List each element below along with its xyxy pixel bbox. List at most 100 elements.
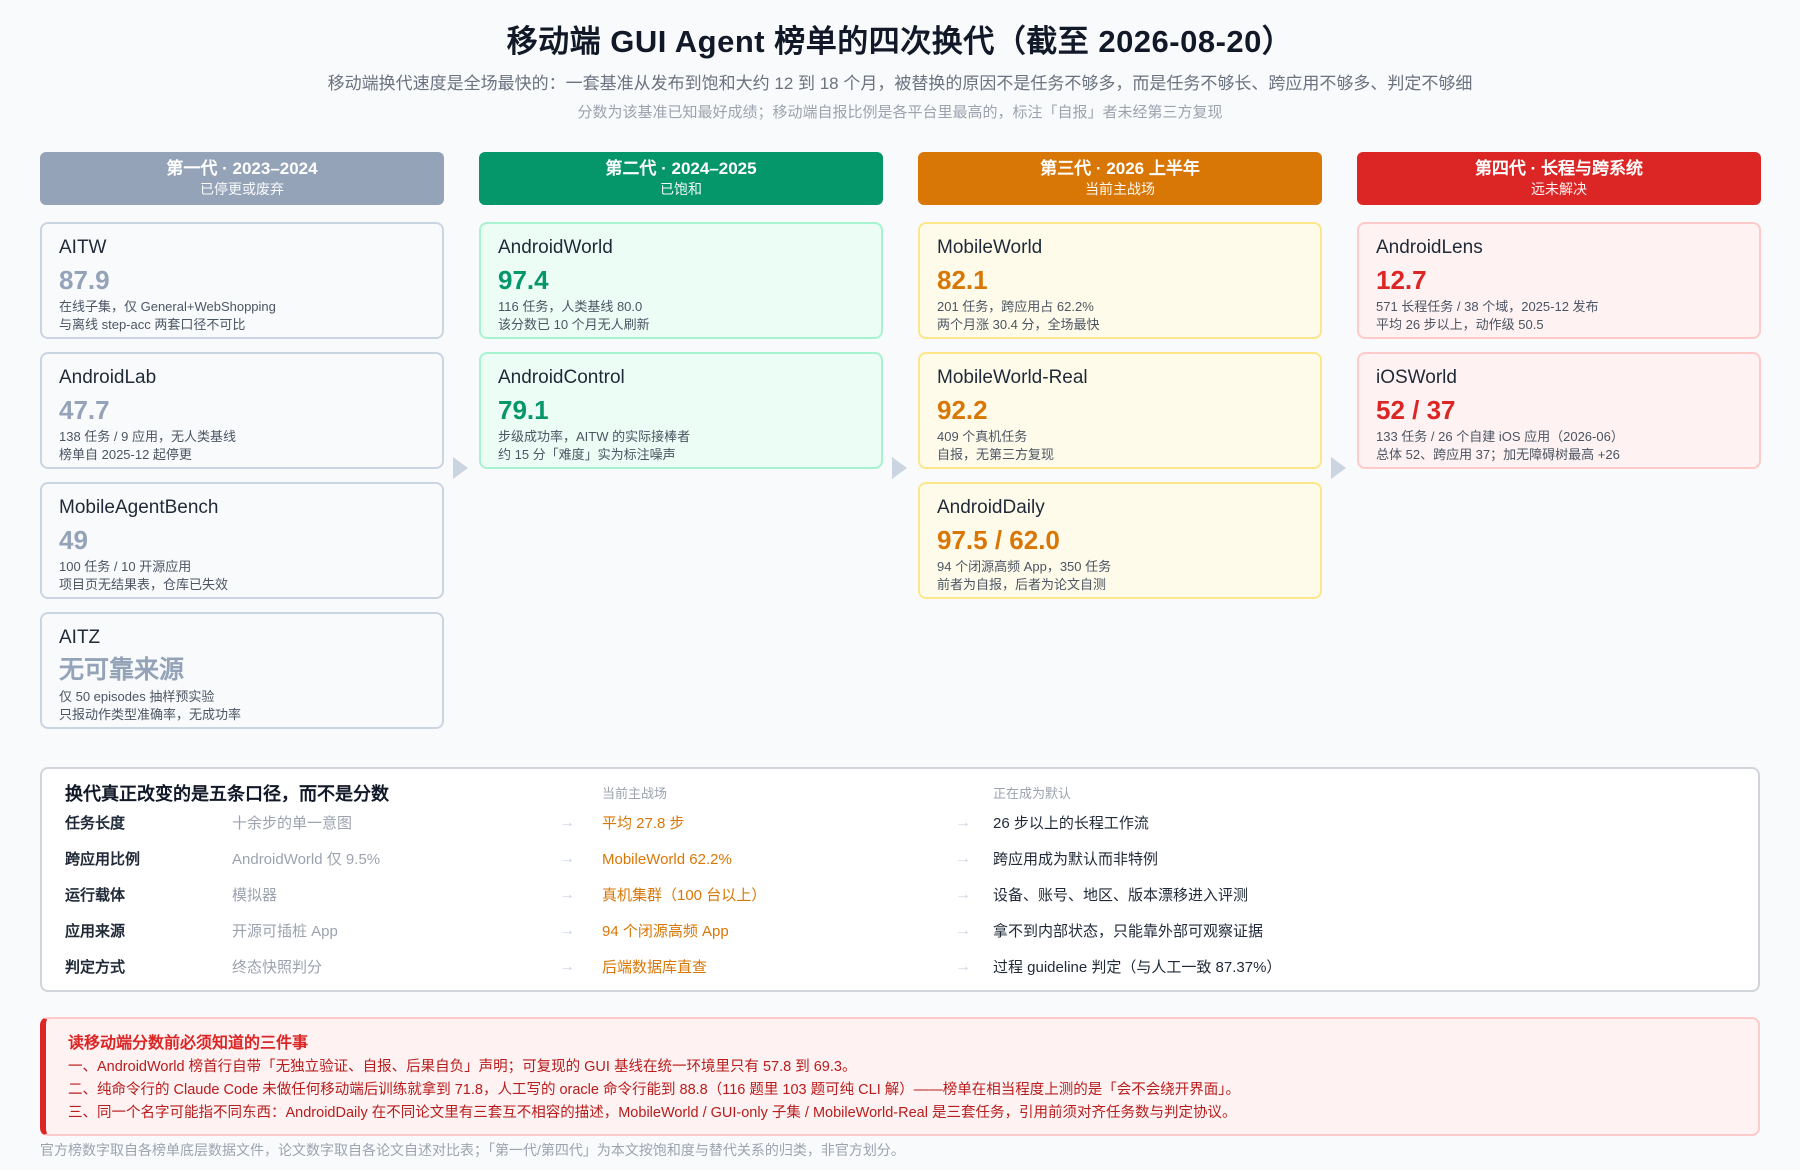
shift-row-next: 拿不到内部状态，只能靠外部可观察证据 — [993, 923, 1264, 940]
benchmark-name: AndroidDaily — [937, 497, 1045, 518]
footer-note: 官方榜数字取自各榜单底层数据文件，论文数字取自各论文自述对比表；「第一代/第四代… — [40, 1142, 905, 1158]
benchmark-score: 无可靠来源 — [59, 656, 185, 684]
benchmark-detail: 201 任务，跨应用占 62.2% — [937, 299, 1094, 314]
benchmark-score: 47.7 — [59, 395, 110, 425]
shift-row: 任务长度 十余步的单一意图 → 平均 27.8 步 → 26 步以上的长程工作流 — [42, 806, 1758, 842]
benchmark-card: AndroidLab 47.7 138 任务 / 9 应用，无人类基线 榜单自 … — [40, 352, 444, 469]
generation-header: 第四代 · 长程与跨系统 远未解决 — [1357, 152, 1761, 205]
warning-title: 读移动端分数前必须知道的三件事 — [68, 1035, 309, 1052]
benchmark-name: MobileWorld-Real — [937, 367, 1088, 388]
benchmark-card: AndroidWorld 97.4 116 任务，人类基线 80.0 该分数已 … — [479, 222, 883, 339]
shift-row-label: 跨应用比例 — [65, 851, 141, 868]
benchmark-detail: 只报动作类型准确率，无成功率 — [59, 707, 242, 722]
benchmark-detail: 总体 52、跨应用 37；加无障碍树最高 +26 — [1376, 447, 1620, 462]
benchmark-detail: 该分数已 10 个月无人刷新 — [498, 317, 650, 332]
benchmark-detail: 100 任务 / 10 开源应用 — [59, 559, 192, 574]
shift-row-current: 94 个闭源高频 App — [602, 923, 729, 940]
page-subtitle: 移动端换代速度是全场最快的：一套基准从发布到饱和大约 12 到 18 个月，被替… — [327, 74, 1473, 93]
arrow-right-icon — [453, 457, 468, 479]
generation-name: 第四代 · 长程与跨系统 — [1474, 159, 1644, 178]
arrow-icon: → — [559, 850, 575, 867]
column-header-current: 当前主战场 — [602, 786, 668, 801]
shift-row-label: 任务长度 — [65, 815, 126, 832]
benchmark-detail: 前者为自报，后者为论文自测 — [937, 577, 1107, 592]
arrow-icon: → — [559, 886, 575, 903]
benchmark-detail: 138 任务 / 9 应用，无人类基线 — [59, 429, 236, 444]
shift-row-current: MobileWorld 62.2% — [602, 851, 732, 868]
generation-column-2: 第二代 · 2024–2025 已饱和 AndroidWorld 97.4 11… — [479, 152, 883, 469]
benchmark-name: MobileAgentBench — [59, 497, 219, 518]
benchmark-detail: 约 15 分「难度」实为标注噪声 — [498, 447, 676, 462]
warning-item: 三、同一个名字可能指不同东西：AndroidDaily 在不同论文里有三套互不相… — [68, 1105, 1237, 1121]
page-note: 分数为该基准已知最好成绩；移动端自报比例是各平台里最高的，标注「自报」者未经第三… — [577, 104, 1223, 121]
generation-status: 已停更或废弃 — [200, 181, 284, 197]
shift-row-next: 过程 guideline 判定（与人工一致 87.37%） — [993, 959, 1282, 976]
benchmark-score: 97.5 / 62.0 — [937, 525, 1060, 555]
benchmark-detail: 与离线 step-acc 两套口径不可比 — [59, 317, 246, 332]
benchmark-detail: 133 任务 / 26 个自建 iOS 应用（2026-06） — [1376, 429, 1624, 444]
generation-header: 第三代 · 2026 上半年 当前主战场 — [918, 152, 1322, 205]
arrow-icon: → — [955, 922, 971, 939]
generation-name: 第三代 · 2026 上半年 — [1040, 159, 1200, 178]
shift-table: 换代真正改变的是五条口径，而不是分数 当前主战场 正在成为默认 任务长度 十余步… — [40, 767, 1760, 992]
benchmark-name: AndroidWorld — [498, 237, 613, 258]
shift-row: 判定方式 终态快照判分 → 后端数据库直查 → 过程 guideline 判定（… — [42, 950, 1758, 986]
generation-status: 远未解决 — [1531, 181, 1587, 197]
shift-row-old: 十余步的单一意图 — [232, 815, 353, 832]
shift-row-label: 运行载体 — [65, 887, 126, 904]
benchmark-score: 92.2 — [937, 395, 988, 425]
benchmark-detail: 571 长程任务 / 38 个域，2025-12 发布 — [1376, 299, 1599, 314]
shift-row-current: 真机集群（100 台以上） — [602, 887, 767, 904]
benchmark-detail: 116 任务，人类基线 80.0 — [498, 299, 643, 314]
shift-row-current: 平均 27.8 步 — [602, 815, 685, 832]
benchmark-name: MobileWorld — [937, 237, 1043, 258]
generation-column-4: 第四代 · 长程与跨系统 远未解决 AndroidLens 12.7 571 长… — [1357, 152, 1761, 469]
shift-row-current: 后端数据库直查 — [602, 959, 708, 976]
benchmark-score: 87.9 — [59, 265, 110, 295]
benchmark-card: AndroidLens 12.7 571 长程任务 / 38 个域，2025-1… — [1357, 222, 1761, 339]
benchmark-name: AndroidLab — [59, 367, 157, 388]
benchmark-card: AITW 87.9 在线子集，仅 General+WebShopping 与离线… — [40, 222, 444, 339]
benchmark-card: AndroidDaily 97.5 / 62.0 94 个闭源高频 App，35… — [918, 482, 1322, 599]
benchmark-name: AndroidLens — [1376, 237, 1483, 258]
shift-row-old: AndroidWorld 仅 9.5% — [232, 851, 381, 868]
shift-row-old: 开源可插桩 App — [232, 923, 338, 940]
benchmark-detail: 两个月涨 30.4 分，全场最快 — [937, 317, 1100, 332]
generation-column-3: 第三代 · 2026 上半年 当前主战场 MobileWorld 82.1 20… — [918, 152, 1322, 599]
generation-column-1: 第一代 · 2023–2024 已停更或废弃 AITW 87.9 在线子集，仅 … — [40, 152, 444, 729]
benchmark-name: AITZ — [59, 627, 101, 648]
generation-header: 第二代 · 2024–2025 已饱和 — [479, 152, 883, 205]
benchmark-name: iOSWorld — [1376, 367, 1457, 388]
benchmark-detail: 步级成功率，AITW 的实际接棒者 — [498, 429, 691, 444]
benchmark-card: MobileAgentBench 49 100 任务 / 10 开源应用 项目页… — [40, 482, 444, 599]
benchmark-detail: 自报，无第三方复现 — [937, 447, 1055, 462]
shift-row-label: 判定方式 — [65, 959, 126, 976]
arrow-right-icon — [1331, 457, 1346, 479]
shift-row: 运行载体 模拟器 → 真机集群（100 台以上） → 设备、账号、地区、版本漂移… — [42, 878, 1758, 914]
benchmark-score: 79.1 — [498, 395, 549, 425]
shift-row-next: 设备、账号、地区、版本漂移进入评测 — [993, 887, 1249, 904]
benchmark-card: AndroidControl 79.1 步级成功率，AITW 的实际接棒者 约 … — [479, 352, 883, 469]
benchmark-name: AndroidControl — [498, 367, 625, 388]
page-title: 移动端 GUI Agent 榜单的四次换代（截至 2026-08-20） — [506, 24, 1294, 59]
arrow-icon: → — [955, 886, 971, 903]
benchmark-card: MobileWorld 82.1 201 任务，跨应用占 62.2% 两个月涨 … — [918, 222, 1322, 339]
benchmark-detail: 项目页无结果表，仓库已失效 — [59, 577, 229, 592]
column-header-default: 正在成为默认 — [993, 786, 1072, 801]
generation-status: 已饱和 — [660, 181, 702, 197]
benchmark-detail: 榜单自 2025-12 起停更 — [59, 447, 192, 462]
generation-status: 当前主战场 — [1085, 181, 1155, 197]
generation-header: 第一代 · 2023–2024 已停更或废弃 — [40, 152, 444, 205]
shift-row-label: 应用来源 — [65, 923, 126, 940]
benchmark-detail: 409 个真机任务 — [937, 429, 1028, 444]
generation-name: 第一代 · 2023–2024 — [166, 159, 318, 178]
shift-row-old: 终态快照判分 — [232, 959, 323, 976]
arrow-icon: → — [559, 922, 575, 939]
shift-row-old: 模拟器 — [232, 887, 278, 904]
shift-row: 跨应用比例 AndroidWorld 仅 9.5% → MobileWorld … — [42, 842, 1758, 878]
shift-row-next: 26 步以上的长程工作流 — [993, 815, 1149, 832]
benchmark-card: AITZ 无可靠来源 仅 50 episodes 抽样预实验 只报动作类型准确率… — [40, 612, 444, 729]
arrow-right-icon — [892, 457, 907, 479]
benchmark-card: MobileWorld-Real 92.2 409 个真机任务 自报，无第三方复… — [918, 352, 1322, 469]
benchmark-detail: 在线子集，仅 General+WebShopping — [59, 299, 276, 314]
